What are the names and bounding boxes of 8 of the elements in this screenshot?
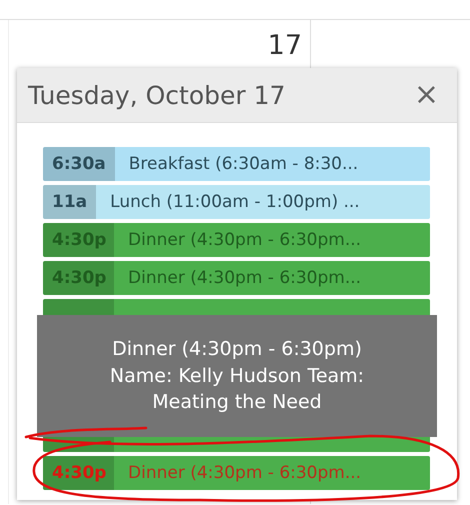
event-item[interactable]: 11a Lunch (11:00am - 1:00pm) ... <box>43 185 430 219</box>
close-button[interactable]: × <box>410 80 443 110</box>
tooltip-line: Name: Kelly Hudson Team: <box>110 364 364 389</box>
popover-title: Tuesday, October 17 <box>28 80 286 110</box>
tooltip-line: Meating the Need <box>152 390 322 416</box>
day-number: 17 <box>268 30 302 61</box>
tooltip-line: Dinner (4:30pm - 6:30pm) <box>112 337 362 362</box>
event-item[interactable]: 6:30a Breakfast (6:30am - 8:30... <box>43 147 430 181</box>
